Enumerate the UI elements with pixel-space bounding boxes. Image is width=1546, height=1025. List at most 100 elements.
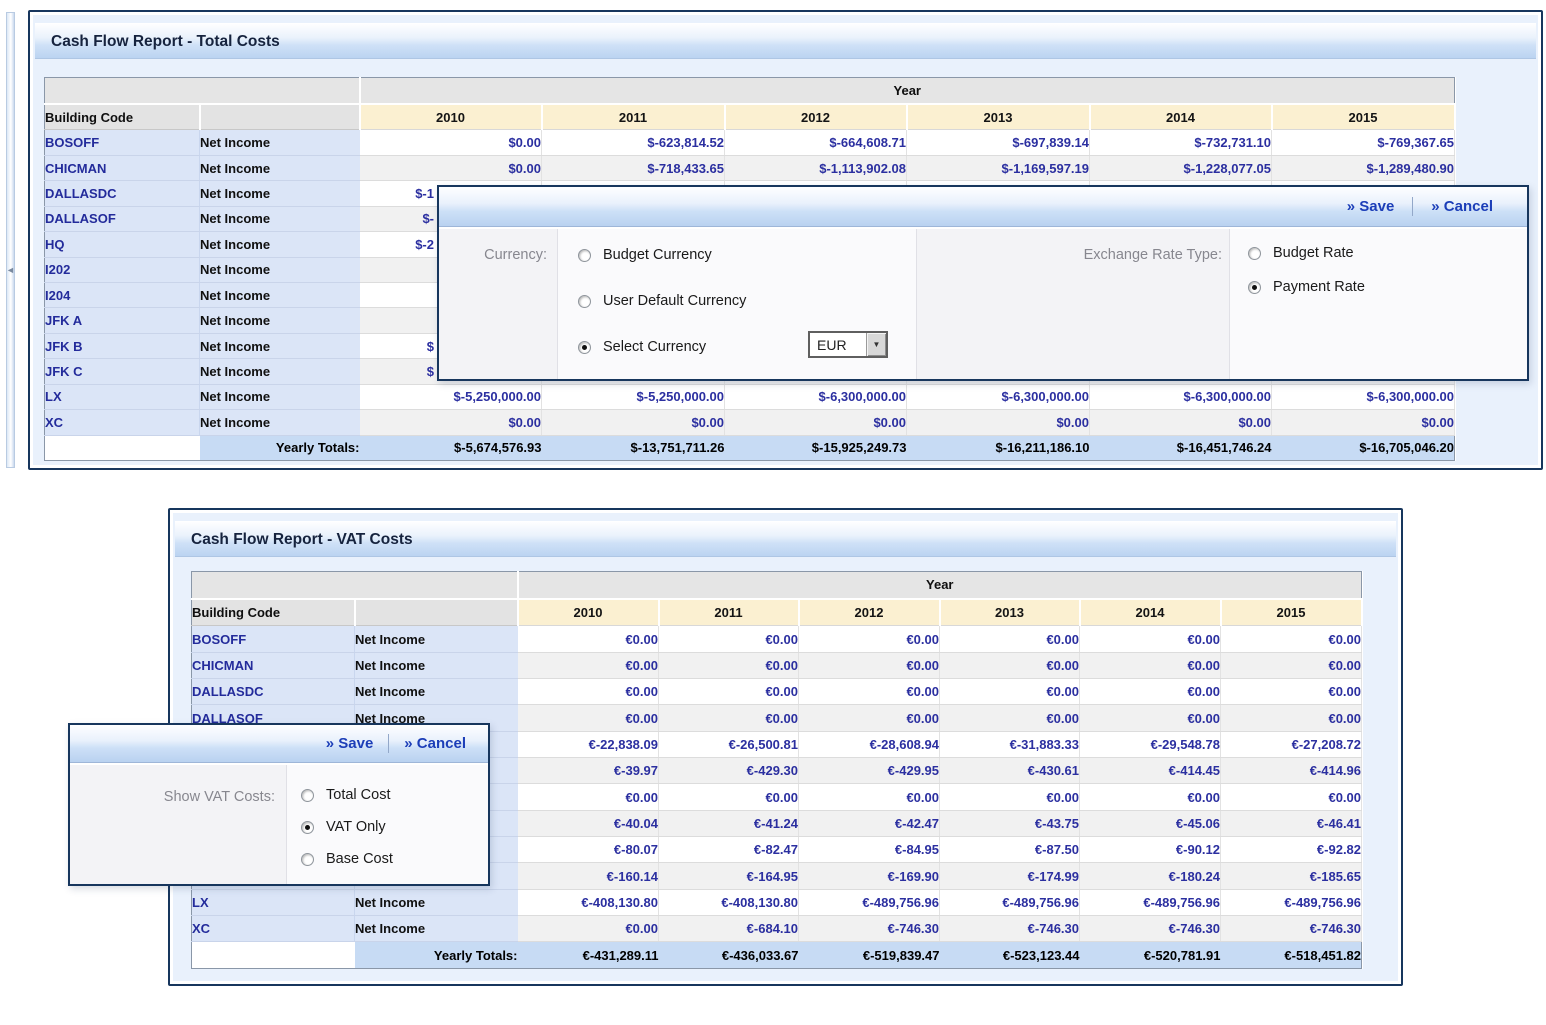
- building-code-link[interactable]: JFK C: [45, 359, 200, 384]
- value-cell: €-80.07: [518, 837, 659, 863]
- currency-dialog-body: Currency: EUR ▼ Budget CurrencyUser Defa…: [439, 229, 1527, 379]
- value-cell: €-430.61: [940, 758, 1080, 784]
- radio-option-label: Budget Currency: [603, 247, 712, 263]
- radio-option[interactable]: Budget Currency: [578, 245, 916, 265]
- totals-spacer: [45, 435, 200, 461]
- value-cell: €-489,756.96: [799, 889, 940, 915]
- value-cell: €-45.06: [1080, 810, 1221, 836]
- value-cell: €0.00: [518, 626, 659, 652]
- radio-button-icon[interactable]: [578, 341, 591, 354]
- yearly-total-cell: €-518,451.82: [1221, 942, 1362, 969]
- building-code-link[interactable]: DALLASDC: [192, 679, 355, 705]
- value-cell: €0.00: [1080, 652, 1221, 678]
- yearly-totals-label: Yearly Totals:: [200, 435, 360, 461]
- yearly-total-cell: $-5,674,576.93: [360, 435, 542, 461]
- metric-cell: Net Income: [355, 679, 518, 705]
- year-column-header: 2013: [940, 599, 1080, 626]
- value-cell: €-29,548.78: [1080, 731, 1221, 757]
- metric-cell: Net Income: [355, 916, 518, 942]
- radio-button-icon[interactable]: [301, 789, 314, 802]
- building-code-link[interactable]: LX: [45, 384, 200, 409]
- metric-cell: Net Income: [200, 333, 360, 358]
- vat-dialog-title-bar: » Save » Cancel: [70, 725, 488, 763]
- radio-option[interactable]: Budget Rate: [1248, 243, 1527, 263]
- yearly-totals-row: Yearly Totals:$-5,674,576.93$-13,751,711…: [45, 435, 1455, 461]
- radio-button-icon[interactable]: [301, 853, 314, 866]
- cancel-button[interactable]: » Cancel: [1431, 198, 1493, 215]
- total-costs-title: Cash Flow Report - Total Costs: [51, 33, 280, 50]
- value-cell: €-414.96: [1221, 758, 1362, 784]
- building-code-link[interactable]: XC: [45, 410, 200, 435]
- radio-option[interactable]: Payment Rate: [1248, 277, 1527, 297]
- building-code-link[interactable]: DALLASOF: [45, 206, 200, 231]
- building-code-link[interactable]: JFK B: [45, 333, 200, 358]
- value-cell: $0.00: [725, 410, 907, 435]
- save-button[interactable]: » Save: [326, 735, 374, 752]
- value-cell: $-1,289,480.90: [1272, 155, 1455, 180]
- building-code-link[interactable]: DALLASDC: [45, 181, 200, 206]
- building-code-link[interactable]: HQ: [45, 232, 200, 257]
- yearly-total-cell: $-16,211,186.10: [907, 435, 1090, 461]
- table-row: BOSOFFNet Income€0.00€0.00€0.00€0.00€0.0…: [192, 626, 1362, 652]
- building-code-link[interactable]: I202: [45, 257, 200, 282]
- value-cell: $-697,839.14: [907, 130, 1090, 155]
- value-cell: $0.00: [542, 410, 725, 435]
- value-cell: €-46.41: [1221, 810, 1362, 836]
- yearly-total-cell: €-519,839.47: [799, 942, 940, 969]
- value-cell: €-90.12: [1080, 837, 1221, 863]
- value-cell: €0.00: [799, 784, 940, 810]
- building-code-link[interactable]: BOSOFF: [192, 626, 355, 652]
- value-cell: $-1,113,902.08: [725, 155, 907, 180]
- radio-button-icon[interactable]: [578, 249, 591, 262]
- metric-cell: Net Income: [200, 155, 360, 180]
- value-cell: €-414.45: [1080, 758, 1221, 784]
- radio-button-icon[interactable]: [301, 821, 314, 834]
- metric-cell: Net Income: [200, 206, 360, 231]
- exchange-rate-field-label: Exchange Rate Type:: [984, 247, 1222, 263]
- value-cell: €0.00: [518, 705, 659, 731]
- radio-option[interactable]: Base Cost: [301, 849, 488, 869]
- value-cell: €0.00: [659, 652, 799, 678]
- year-column-header: 2012: [725, 104, 907, 130]
- value-cell: €0.00: [1080, 626, 1221, 652]
- radio-button-icon[interactable]: [1248, 247, 1261, 260]
- radio-option[interactable]: VAT Only: [301, 817, 488, 837]
- year-column-header: 2014: [1090, 104, 1272, 130]
- value-cell: $-1,169,597.19: [907, 155, 1090, 180]
- value-cell: €-164.95: [659, 863, 799, 889]
- save-button[interactable]: » Save: [1347, 198, 1395, 215]
- value-cell: $-732,731.10: [1090, 130, 1272, 155]
- left-collapse-splitter[interactable]: ◄: [6, 12, 15, 468]
- cancel-button[interactable]: » Cancel: [404, 735, 466, 752]
- year-column-header: 2010: [360, 104, 542, 130]
- building-code-link[interactable]: BOSOFF: [45, 130, 200, 155]
- value-cell: $-718,433.65: [542, 155, 725, 180]
- value-cell: €-84.95: [799, 837, 940, 863]
- building-code-link[interactable]: JFK A: [45, 308, 200, 333]
- building-code-link[interactable]: XC: [192, 916, 355, 942]
- radio-button-icon[interactable]: [1248, 281, 1261, 294]
- value-cell: €-43.75: [940, 810, 1080, 836]
- table-row: CHICMANNet Income€0.00€0.00€0.00€0.00€0.…: [192, 652, 1362, 678]
- metric-cell: Net Income: [200, 384, 360, 409]
- radio-option[interactable]: Total Cost: [301, 785, 488, 805]
- value-cell: $0.00: [360, 130, 542, 155]
- value-cell: €0.00: [1221, 784, 1362, 810]
- currency-dialog-title-bar: » Save » Cancel: [439, 187, 1527, 227]
- vat-dialog-body: Show VAT Costs: Total CostVAT OnlyBase C…: [70, 765, 488, 884]
- currency-select[interactable]: EUR ▼: [808, 331, 888, 358]
- metric-cell: Net Income: [200, 181, 360, 206]
- value-cell: €-82.47: [659, 837, 799, 863]
- radio-option[interactable]: User Default Currency: [578, 291, 916, 311]
- building-code-header: Building Code: [45, 104, 200, 130]
- value-cell: $-623,814.52: [542, 130, 725, 155]
- table-row: XCNet Income$0.00$0.00$0.00$0.00$0.00$0.…: [45, 410, 1455, 435]
- building-code-link[interactable]: CHICMAN: [45, 155, 200, 180]
- dropdown-arrow-icon[interactable]: ▼: [866, 333, 886, 356]
- total-costs-title-bar: Cash Flow Report - Total Costs: [35, 23, 1536, 59]
- building-code-link[interactable]: LX: [192, 889, 355, 915]
- building-code-link[interactable]: CHICMAN: [192, 652, 355, 678]
- radio-button-icon[interactable]: [578, 295, 591, 308]
- value-cell: €-39.97: [518, 758, 659, 784]
- building-code-link[interactable]: I204: [45, 282, 200, 307]
